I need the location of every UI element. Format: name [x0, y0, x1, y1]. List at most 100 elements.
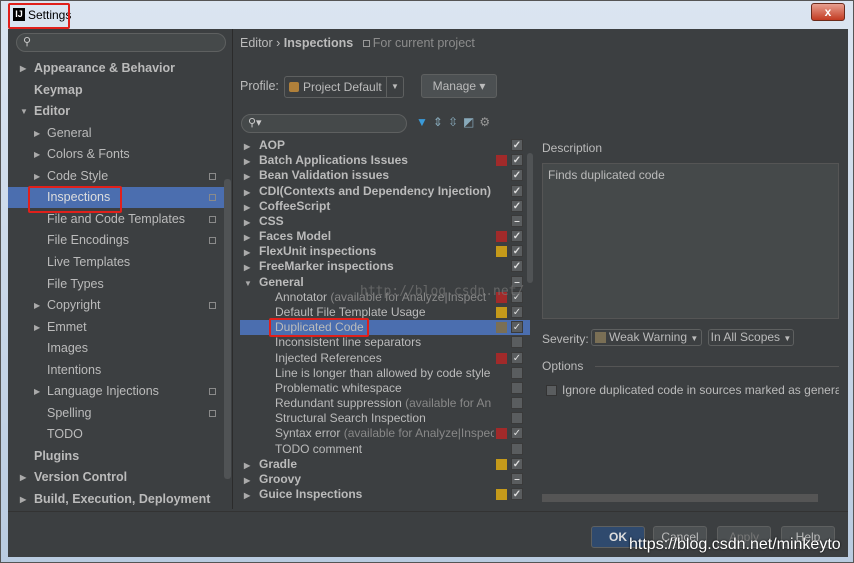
- collapsed-arrow-icon[interactable]: ▶: [244, 245, 250, 260]
- inspection-checkbox[interactable]: ✓: [511, 154, 523, 167]
- inspection-row[interactable]: ▶ CDI(Contexts and Dependency Injection) …: [240, 184, 530, 199]
- collapsed-arrow-icon[interactable]: ▶: [244, 260, 250, 275]
- expanded-arrow-icon[interactable]: ▼: [244, 276, 252, 291]
- inspection-checkbox[interactable]: ✓: [511, 169, 523, 182]
- severity-dropdown[interactable]: Weak Warning ▼: [591, 329, 702, 346]
- inspection-checkbox[interactable]: [511, 442, 523, 455]
- inspection-checkbox[interactable]: ✓: [511, 199, 523, 212]
- collapsed-arrow-icon[interactable]: ▶: [244, 230, 250, 245]
- inspection-row[interactable]: ▶ FreeMarker inspections ✓: [240, 259, 530, 274]
- sidebar-item-emmet[interactable]: ▶ Emmet: [8, 317, 230, 338]
- inspection-row[interactable]: TODO comment: [240, 442, 530, 457]
- profile-dropdown[interactable]: Project Default ▼: [284, 76, 404, 98]
- inspection-row[interactable]: ▶ Gradle ✓: [240, 457, 530, 472]
- inspection-row[interactable]: Structural Search Inspection: [240, 411, 530, 426]
- inspection-row[interactable]: Redundant suppression (available for An: [240, 396, 530, 411]
- inspection-row[interactable]: ▶ Batch Applications Issues ✓: [240, 153, 530, 168]
- sidebar-item-language-injections[interactable]: ▶ Language Injections: [8, 381, 230, 402]
- inspection-row[interactable]: ▶ Groovy –: [240, 472, 530, 487]
- collapsed-arrow-icon[interactable]: ▶: [244, 473, 250, 488]
- expand-all-icon[interactable]: ⇕: [433, 115, 448, 129]
- inspection-row[interactable]: Line is longer than allowed by code styl…: [240, 366, 530, 381]
- expanded-arrow-icon[interactable]: ▼: [20, 101, 28, 122]
- inspection-checkbox[interactable]: ✓: [511, 230, 523, 243]
- inspection-checkbox[interactable]: [511, 366, 523, 379]
- collapsed-arrow-icon[interactable]: ▶: [34, 144, 40, 165]
- inspection-search-input[interactable]: ⚲▾: [241, 114, 407, 133]
- manage-button[interactable]: Manage ▾: [421, 74, 497, 98]
- reset-icon[interactable]: ◩: [463, 115, 479, 129]
- collapsed-arrow-icon[interactable]: ▶: [34, 381, 40, 402]
- sidebar-item-appearance-behavior[interactable]: ▶ Appearance & Behavior: [8, 58, 230, 79]
- inspection-checkbox[interactable]: [511, 336, 523, 349]
- inspection-checkbox[interactable]: –: [511, 214, 523, 227]
- collapse-all-icon[interactable]: ⇳: [448, 115, 463, 129]
- collapsed-arrow-icon[interactable]: ▶: [244, 215, 250, 230]
- options-scrollbar[interactable]: [542, 494, 818, 502]
- collapsed-arrow-icon[interactable]: ▶: [20, 58, 26, 79]
- inspection-row[interactable]: ▶ CSS –: [240, 214, 530, 229]
- inspection-row[interactable]: ▶ AOP ✓: [240, 138, 530, 153]
- inspection-row[interactable]: ▶ Faces Model ✓: [240, 229, 530, 244]
- collapsed-arrow-icon[interactable]: ▶: [244, 139, 250, 154]
- sidebar-item-general[interactable]: ▶ General: [8, 123, 230, 144]
- collapsed-arrow-icon[interactable]: ▶: [34, 166, 40, 187]
- inspection-checkbox[interactable]: [511, 397, 523, 410]
- collapsed-arrow-icon[interactable]: ▶: [244, 458, 250, 473]
- sidebar-item-plugins[interactable]: Plugins: [8, 446, 230, 467]
- collapsed-arrow-icon[interactable]: ▶: [244, 154, 250, 169]
- sidebar-item-keymap[interactable]: Keymap: [8, 80, 230, 101]
- inspection-checkbox[interactable]: ✓: [511, 457, 523, 470]
- collapsed-arrow-icon[interactable]: ▶: [20, 489, 26, 510]
- inspection-checkbox[interactable]: ✓: [511, 488, 523, 501]
- collapsed-arrow-icon[interactable]: ▶: [34, 295, 40, 316]
- sidebar-item-version-control[interactable]: ▶ Version Control: [8, 467, 230, 488]
- inspection-row[interactable]: Injected References ✓: [240, 351, 530, 366]
- collapsed-arrow-icon[interactable]: ▶: [244, 185, 250, 200]
- inspection-checkbox[interactable]: ✓: [511, 139, 523, 151]
- sidebar-item-editor[interactable]: ▼ Editor: [8, 101, 230, 122]
- inspection-checkbox[interactable]: [511, 381, 523, 394]
- inspection-checkbox[interactable]: [511, 412, 523, 425]
- sidebar-item-live-templates[interactable]: Live Templates: [8, 252, 230, 273]
- close-button[interactable]: x: [811, 3, 845, 21]
- inspection-checkbox[interactable]: ✓: [511, 351, 523, 364]
- sidebar-item-spelling[interactable]: Spelling: [8, 403, 230, 424]
- sidebar-item-file-encodings[interactable]: File Encodings: [8, 230, 230, 251]
- inspection-checkbox[interactable]: ✓: [511, 427, 523, 440]
- inspection-row[interactable]: Problematic whitespace: [240, 381, 530, 396]
- scope-dropdown[interactable]: In All Scopes ▼: [708, 329, 794, 346]
- inspection-row[interactable]: Syntax error (available for Analyze|Insp…: [240, 426, 530, 441]
- sidebar-item-intentions[interactable]: Intentions: [8, 360, 230, 381]
- sidebar-item-colors-fonts[interactable]: ▶ Colors & Fonts: [8, 144, 230, 165]
- inspection-row[interactable]: Inconsistent line separators: [240, 335, 530, 350]
- inspection-checkbox[interactable]: ✓: [511, 260, 523, 273]
- collapsed-arrow-icon[interactable]: ▶: [34, 123, 40, 144]
- sidebar-item-copyright[interactable]: ▶ Copyright: [8, 295, 230, 316]
- sidebar-scrollbar[interactable]: [224, 179, 231, 479]
- collapsed-arrow-icon[interactable]: ▶: [244, 200, 250, 215]
- filter-icon[interactable]: ▼: [416, 115, 433, 129]
- collapsed-arrow-icon[interactable]: ▶: [244, 488, 250, 502]
- inspection-row[interactable]: ▶ Guice Inspections ✓: [240, 487, 530, 502]
- inspection-checkbox[interactable]: ✓: [511, 245, 523, 258]
- inspection-row[interactable]: ▶ FlexUnit inspections ✓: [240, 244, 530, 259]
- sidebar-item-todo[interactable]: TODO: [8, 424, 230, 445]
- sidebar-item-images[interactable]: Images: [8, 338, 230, 359]
- inspection-checkbox[interactable]: ✓: [511, 321, 523, 334]
- ignore-generated-checkbox[interactable]: [546, 385, 557, 396]
- inspection-checkbox[interactable]: ✓: [511, 184, 523, 197]
- gear-icon[interactable]: ⚙: [479, 115, 495, 129]
- collapsed-arrow-icon[interactable]: ▶: [244, 169, 250, 184]
- inspection-row[interactable]: ▶ Bean Validation issues ✓: [240, 168, 530, 183]
- sidebar-item-code-style[interactable]: ▶ Code Style: [8, 166, 230, 187]
- inspection-checkbox[interactable]: –: [511, 472, 523, 485]
- sidebar-item-build-execution-deployment[interactable]: ▶ Build, Execution, Deployment: [8, 489, 230, 510]
- inspection-row[interactable]: ▶ CoffeeScript ✓: [240, 199, 530, 214]
- tree-scrollbar[interactable]: [527, 153, 533, 283]
- sidebar-item-file-types[interactable]: File Types: [8, 274, 230, 295]
- inspection-checkbox[interactable]: ✓: [511, 305, 523, 318]
- collapsed-arrow-icon[interactable]: ▶: [34, 317, 40, 338]
- collapsed-arrow-icon[interactable]: ▶: [20, 467, 26, 488]
- splitter[interactable]: [232, 29, 233, 509]
